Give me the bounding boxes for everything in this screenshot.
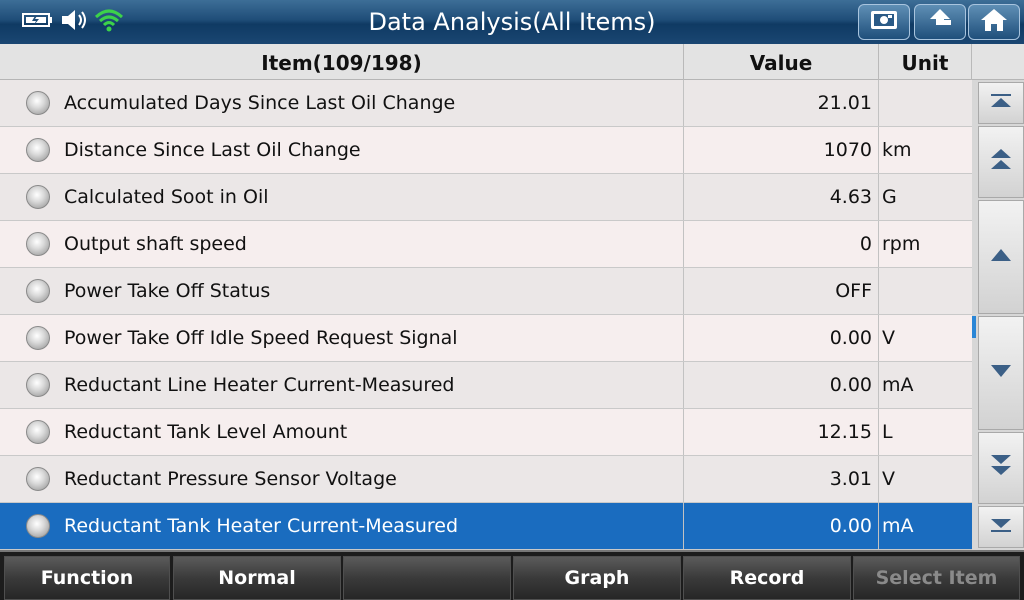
bottom-toolbar: Function Normal Graph Record Select Item [0, 550, 1024, 600]
item-cell: Reductant Tank Heater Current-Measured [0, 503, 684, 549]
item-cell: Power Take Off Status [0, 268, 684, 314]
scroll-up-button[interactable] [978, 200, 1024, 314]
scroll-to-bottom-icon [989, 516, 1013, 538]
table-row[interactable]: Reductant Pressure Sensor Voltage 3.01 V [0, 456, 972, 503]
value-cell: 21.01 [684, 80, 879, 126]
radio-button[interactable] [26, 279, 50, 303]
record-button[interactable]: Record [683, 556, 851, 600]
scrollbar[interactable] [972, 80, 1024, 550]
item-label: Accumulated Days Since Last Oil Change [64, 92, 456, 114]
value-cell: 3.01 [684, 456, 879, 502]
radio-button[interactable] [26, 138, 50, 162]
radio-button[interactable] [26, 91, 50, 115]
normal-button[interactable]: Normal [173, 556, 341, 600]
table-row-selected[interactable]: Reductant Tank Heater Current-Measured 0… [0, 503, 972, 550]
item-cell: Calculated Soot in Oil [0, 174, 684, 220]
item-cell: Reductant Tank Level Amount [0, 409, 684, 455]
radio-button[interactable] [26, 232, 50, 256]
item-label: Output shaft speed [64, 233, 247, 255]
item-label: Power Take Off Status [64, 280, 271, 302]
item-cell: Output shaft speed [0, 221, 684, 267]
table-row[interactable]: Reductant Line Heater Current-Measured 0… [0, 362, 972, 409]
item-label: Reductant Line Heater Current-Measured [64, 374, 455, 396]
unit-cell [879, 268, 972, 314]
graph-button[interactable]: Graph [513, 556, 681, 600]
unit-cell: km [882, 139, 912, 161]
value-cell: OFF [684, 268, 879, 314]
table-row[interactable]: Distance Since Last Oil Change 1070 km [0, 127, 972, 174]
value-cell: 0 [684, 221, 879, 267]
item-cell: Accumulated Days Since Last Oil Change [0, 80, 684, 126]
unit-cell: mA [882, 515, 914, 537]
blank-button[interactable] [343, 556, 511, 600]
unit-cell: L [882, 421, 893, 443]
table-row[interactable]: Power Take Off Idle Speed Request Signal… [0, 315, 972, 362]
item-cell: Power Take Off Idle Speed Request Signal [0, 315, 684, 361]
double-chevron-up-icon [989, 147, 1013, 177]
radio-button[interactable] [26, 326, 50, 350]
radio-button[interactable] [26, 420, 50, 444]
item-cell: Reductant Pressure Sensor Voltage [0, 456, 684, 502]
data-list: Accumulated Days Since Last Oil Change 2… [0, 80, 972, 550]
chevron-down-icon [989, 363, 1013, 383]
screenshot-icon [869, 9, 899, 35]
table-row[interactable]: Power Take Off Status OFF [0, 268, 972, 315]
item-label: Calculated Soot in Oil [64, 186, 269, 208]
value-cell: 4.63 [684, 174, 879, 220]
value-cell: 0.00 [684, 362, 879, 408]
home-button[interactable] [968, 4, 1020, 40]
unit-cell: mA [882, 374, 914, 396]
scroll-to-top-icon [989, 92, 1013, 114]
item-label: Distance Since Last Oil Change [64, 139, 361, 161]
unit-cell [879, 80, 972, 126]
column-header-spacer [972, 44, 1024, 80]
table-row[interactable]: Calculated Soot in Oil 4.63 G [0, 174, 972, 221]
page-up-button[interactable] [978, 126, 1024, 198]
item-label: Power Take Off Idle Speed Request Signal [64, 327, 458, 349]
scroll-top-button[interactable] [978, 82, 1024, 124]
column-header-item: Item(109/198) [0, 44, 684, 80]
scroll-bottom-button[interactable] [978, 506, 1024, 548]
column-header-unit: Unit [879, 44, 972, 80]
page-down-button[interactable] [978, 432, 1024, 504]
item-cell: Distance Since Last Oil Change [0, 127, 684, 173]
table-header: Item(109/198) Value Unit [0, 44, 1024, 80]
home-icon [979, 7, 1009, 37]
table-row[interactable]: Output shaft speed 0 rpm [0, 221, 972, 268]
radio-button[interactable] [26, 514, 50, 538]
item-cell: Reductant Line Heater Current-Measured [0, 362, 684, 408]
back-icon [925, 7, 955, 37]
column-header-value: Value [684, 44, 879, 80]
table-row[interactable]: Reductant Tank Level Amount 12.15 L [0, 409, 972, 456]
title-bar: Data Analysis(All Items) [0, 0, 1024, 44]
back-button[interactable] [914, 4, 966, 40]
scroll-thumb[interactable] [972, 316, 976, 338]
item-label: Reductant Pressure Sensor Voltage [64, 468, 397, 490]
item-label: Reductant Tank Level Amount [64, 421, 348, 443]
radio-button[interactable] [26, 467, 50, 491]
select-item-button[interactable]: Select Item [853, 556, 1020, 600]
double-chevron-down-icon [989, 453, 1013, 483]
function-button[interactable]: Function [4, 556, 170, 600]
radio-button[interactable] [26, 373, 50, 397]
item-label: Reductant Tank Heater Current-Measured [64, 515, 459, 537]
value-cell: 12.15 [684, 409, 879, 455]
screenshot-button[interactable] [858, 4, 910, 40]
scroll-down-button[interactable] [978, 316, 1024, 430]
radio-button[interactable] [26, 185, 50, 209]
unit-cell: rpm [882, 233, 921, 255]
chevron-up-icon [989, 247, 1013, 267]
unit-cell: G [882, 186, 897, 208]
value-cell: 0.00 [684, 315, 879, 361]
table-row[interactable]: Accumulated Days Since Last Oil Change 2… [0, 80, 972, 127]
unit-cell: V [882, 468, 895, 490]
value-cell: 1070 [684, 127, 879, 173]
value-cell: 0.00 [684, 503, 879, 549]
unit-cell: V [882, 327, 895, 349]
